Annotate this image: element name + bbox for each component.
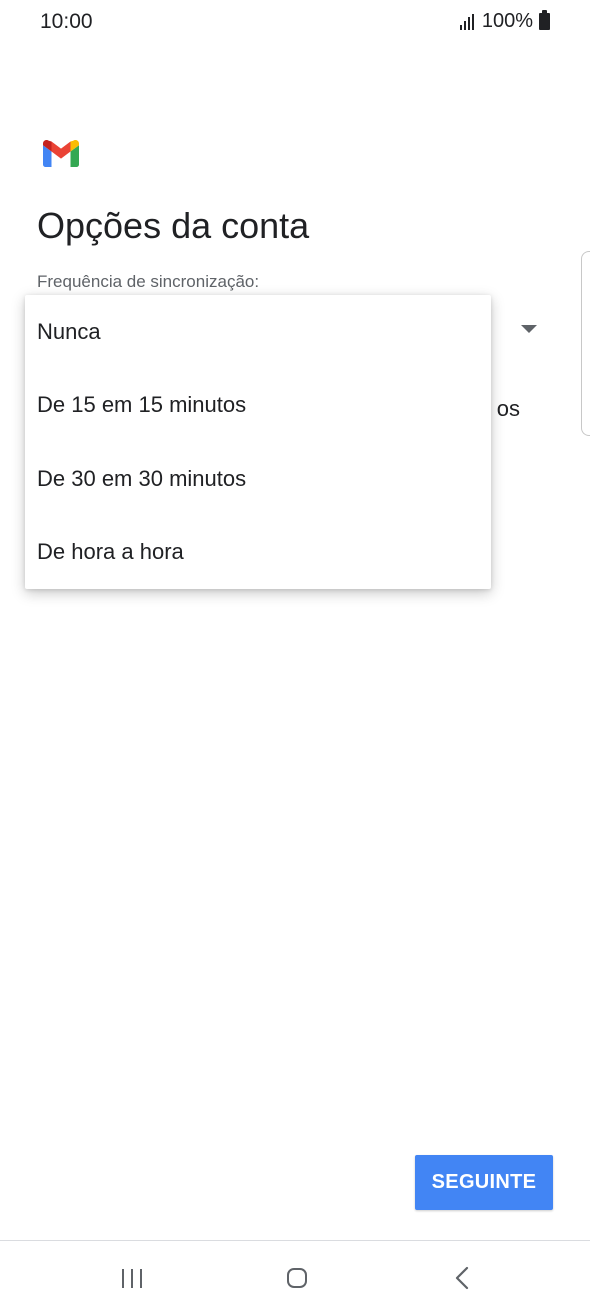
- option-every-30-minutes[interactable]: De 30 em 30 minutos: [25, 442, 491, 516]
- back-icon[interactable]: [440, 1260, 484, 1296]
- option-never[interactable]: Nunca: [25, 295, 491, 369]
- status-indicators: 100%: [459, 10, 550, 33]
- battery-percent: 100%: [481, 10, 533, 32]
- signal-icon: [459, 13, 474, 30]
- page-title: Opções da conta: [37, 205, 310, 246]
- gmail-logo: [43, 140, 79, 167]
- sync-frequency-menu: Nunca De 15 em 15 minutos De 30 em 30 mi…: [25, 295, 491, 589]
- recents-icon[interactable]: [110, 1261, 154, 1295]
- edge-panel-handle[interactable]: [581, 251, 590, 436]
- option-hourly[interactable]: De hora a hora: [25, 516, 491, 590]
- navigation-bar: [0, 1240, 590, 1312]
- sync-frequency-label: Frequência de sincronização:: [37, 272, 260, 291]
- option-every-15-minutes[interactable]: De 15 em 15 minutos: [25, 369, 491, 443]
- status-time: 10:00: [40, 10, 93, 33]
- next-button[interactable]: SEGUINTE: [415, 1155, 553, 1210]
- status-bar: 10:00 100%: [0, 0, 590, 44]
- home-icon[interactable]: [275, 1260, 319, 1296]
- battery-icon: [539, 10, 550, 30]
- dropdown-arrow-icon[interactable]: [521, 325, 537, 333]
- account-options-screen: 10:00 100% Opções da conta Frequência de…: [0, 0, 590, 1312]
